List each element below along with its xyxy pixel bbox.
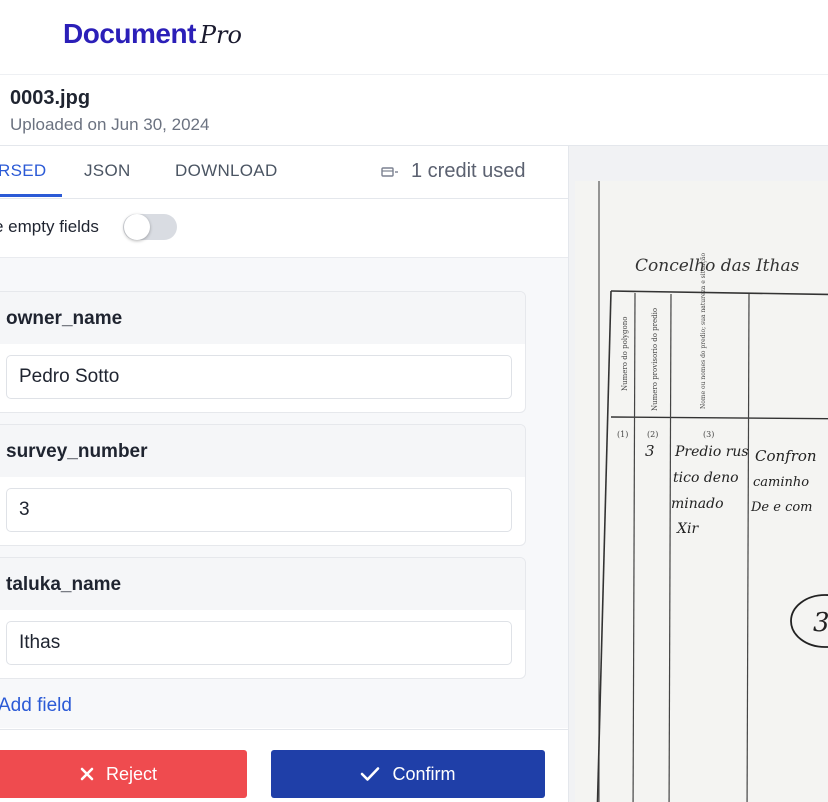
ledger-col-number: (2) xyxy=(647,430,658,439)
ledger-row-text2: caminho xyxy=(753,475,809,490)
hide-empty-fields-label: e empty fields xyxy=(0,217,99,236)
tab-json[interactable]: JSON xyxy=(84,161,131,181)
hide-empty-fields-row: e empty fields xyxy=(0,199,568,258)
tab-parsed[interactable]: RSED xyxy=(0,161,46,181)
reject-label: Reject xyxy=(105,763,158,784)
ledger-row-text: minado xyxy=(671,496,724,512)
upload-date: Uploaded on Jun 30, 2024 xyxy=(10,115,210,134)
confirm-label: Confirm xyxy=(392,763,456,784)
field-card-header: survey_number xyxy=(0,425,525,477)
ledger-row-text: Xir xyxy=(676,521,699,537)
ledger-heading: Concelho das Ithas xyxy=(635,256,800,276)
ledger-col-header-2: Numero provisorio do predio xyxy=(651,308,659,411)
reject-button[interactable]: Reject xyxy=(0,750,247,798)
file-info-bar: 0003.jpg Uploaded on Jun 30, 2024 xyxy=(0,75,828,146)
field-key: taluka_name xyxy=(6,574,122,595)
field-card-header: taluka_name xyxy=(0,558,525,610)
logo-main-text: Document xyxy=(63,18,196,49)
add-field-link[interactable]: Add field xyxy=(0,695,72,717)
result-tabs: RSED JSON DOWNLOAD 1 credit used xyxy=(0,146,568,199)
close-icon xyxy=(80,767,94,781)
hide-empty-fields-toggle[interactable] xyxy=(123,214,177,240)
credit-icon xyxy=(381,166,398,177)
ledger-row-text2: De e com xyxy=(750,500,813,515)
check-icon xyxy=(361,767,380,781)
field-card-header: owner_name xyxy=(0,292,525,344)
document-preview-panel: Concelho das Ithas Numero do polygono Nu… xyxy=(569,146,828,802)
field-value-input[interactable] xyxy=(6,621,512,665)
field-card-taluka-name: taluka_name xyxy=(0,557,526,679)
field-key: survey_number xyxy=(6,441,148,462)
credits-indicator: 1 credit used xyxy=(381,160,526,183)
toggle-knob xyxy=(124,214,150,240)
ledger-circle-number: 3 xyxy=(813,608,828,638)
active-tab-indicator xyxy=(0,194,62,197)
ledger-col-number: (3) xyxy=(703,430,714,439)
actions-divider xyxy=(0,729,568,730)
logo[interactable]: Document Pro xyxy=(63,18,242,58)
logo-suffix-text: Pro xyxy=(199,21,242,49)
ledger-row-text2: Confron xyxy=(755,447,817,465)
document-image[interactable]: Concelho das Ithas Numero do polygono Nu… xyxy=(575,181,828,802)
field-value-input[interactable] xyxy=(6,355,512,399)
field-key: owner_name xyxy=(6,308,123,329)
ledger-col-header-1: Numero do polygono xyxy=(621,317,629,391)
field-card-owner-name: owner_name xyxy=(0,291,526,413)
scanned-ledger: Concelho das Ithas Numero do polygono Nu… xyxy=(575,181,828,802)
fields-list: owner_name survey_number taluka_name xyxy=(0,258,568,728)
ledger-col-number: (1) xyxy=(617,430,628,439)
ledger-row-number: 3 xyxy=(645,442,655,460)
file-name: 0003.jpg xyxy=(10,87,91,109)
field-card-survey-number: survey_number xyxy=(0,424,526,546)
field-value-input[interactable] xyxy=(6,488,512,532)
ledger-row-text: Predio rus xyxy=(674,444,749,460)
ledger-row-text: tico deno xyxy=(673,470,739,486)
ledger-col-header-3: Nome ou nomes do predio; sua natureza e … xyxy=(700,253,707,409)
credits-label: 1 credit used xyxy=(411,160,526,182)
app-header: Document Pro xyxy=(0,0,828,75)
tab-download[interactable]: DOWNLOAD xyxy=(175,161,278,181)
confirm-button[interactable]: Confirm xyxy=(271,750,545,798)
extraction-panel: RSED JSON DOWNLOAD 1 credit used e empty… xyxy=(0,146,569,802)
